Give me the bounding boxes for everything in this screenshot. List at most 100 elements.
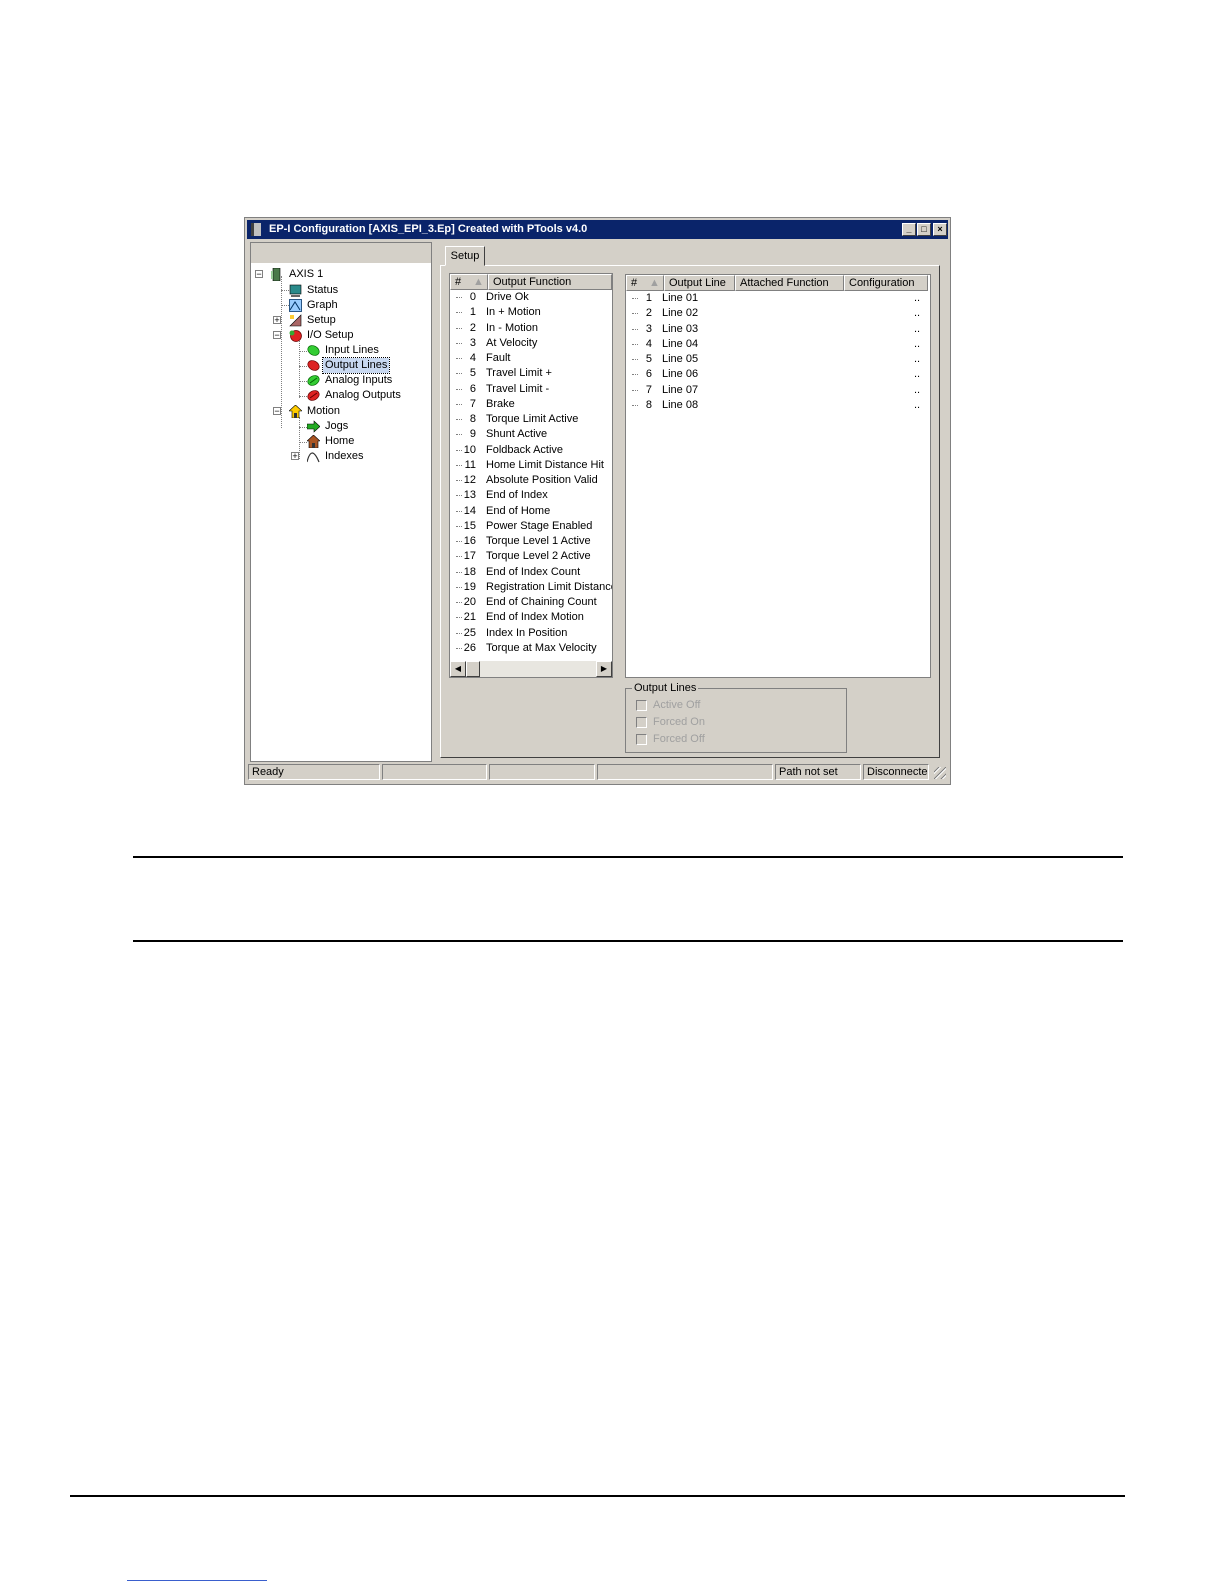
output-function-list[interactable]: # ▲ Output Function 0 Drive Ok 1 In + Motio… bbox=[449, 273, 613, 678]
column-header-attached-function[interactable]: Attached Function bbox=[735, 275, 844, 291]
function-number: 1 bbox=[469, 306, 476, 319]
column-header-output-line[interactable]: Output Line bbox=[664, 275, 735, 291]
list-item[interactable]: 11 Home Limit Distance Hit bbox=[450, 458, 612, 473]
function-number: 3 bbox=[469, 336, 476, 349]
function-number: 18 bbox=[463, 565, 476, 578]
function-name: In - Motion bbox=[486, 321, 538, 334]
line-number: 6 bbox=[645, 368, 652, 381]
graph-icon bbox=[289, 299, 302, 312]
collapse-icon[interactable]: − bbox=[255, 270, 263, 279]
collapse-icon[interactable]: − bbox=[273, 407, 281, 416]
function-name: At Velocity bbox=[486, 336, 538, 349]
table-row[interactable]: 3 Line 03.. bbox=[626, 322, 930, 337]
status-path: Path not set bbox=[775, 764, 861, 780]
function-number: 26 bbox=[463, 641, 476, 654]
list-item[interactable]: 2 In - Motion bbox=[450, 321, 612, 336]
function-number: 4 bbox=[469, 352, 476, 364]
expand-icon[interactable]: + bbox=[273, 316, 281, 325]
close-button[interactable]: × bbox=[933, 223, 947, 236]
horizontal-scrollbar[interactable]: ◀ ▶ bbox=[450, 661, 612, 677]
configure-button[interactable]: .. bbox=[914, 291, 920, 306]
function-name: Home Limit Distance Hit bbox=[486, 458, 604, 471]
footer-rule bbox=[70, 1495, 1125, 1497]
title-bar[interactable]: EP-I Configuration [AXIS_EPI_3.Ep] Creat… bbox=[247, 220, 948, 239]
configure-button[interactable]: .. bbox=[914, 398, 920, 413]
maximize-button[interactable]: □ bbox=[917, 223, 931, 236]
pane-splitter[interactable] bbox=[432, 242, 438, 762]
column-header-num[interactable]: # ▲ bbox=[626, 275, 664, 291]
collapse-icon[interactable]: − bbox=[273, 331, 281, 340]
list-item[interactable]: 21 End of Index Motion bbox=[450, 610, 612, 625]
checkbox-box[interactable] bbox=[636, 734, 647, 745]
function-number: 19 bbox=[463, 580, 476, 593]
list-item[interactable]: 8 Torque Limit Active bbox=[450, 412, 612, 427]
scroll-right-icon[interactable]: ▶ bbox=[596, 661, 612, 677]
configure-button[interactable]: .. bbox=[914, 322, 920, 337]
list-item[interactable]: 6 Travel Limit - bbox=[450, 382, 612, 397]
table-row[interactable]: 6 Line 06.. bbox=[626, 367, 930, 382]
list-item[interactable]: 7 Brake bbox=[450, 397, 612, 412]
list-item[interactable]: 4 Fault bbox=[450, 351, 612, 366]
line-number: 3 bbox=[645, 322, 652, 335]
checkbox-box[interactable] bbox=[636, 700, 647, 711]
list-item[interactable]: 15 Power Stage Enabled bbox=[450, 519, 612, 534]
table-row[interactable]: 2 Line 02.. bbox=[626, 306, 930, 321]
list-item[interactable]: 5 Travel Limit + bbox=[450, 366, 612, 381]
column-header-output-function[interactable]: Output Function bbox=[488, 274, 612, 290]
list-item[interactable]: 3 At Velocity bbox=[450, 336, 612, 351]
list-item[interactable]: 0 Drive Ok bbox=[450, 290, 612, 305]
function-name: Torque Level 2 Active bbox=[486, 550, 591, 563]
list-item[interactable]: 13 End of Index bbox=[450, 488, 612, 503]
navigation-tree[interactable]: − AXIS 1 Status Graph + Setup − I/O Setu… bbox=[250, 242, 432, 762]
function-name: End of Index bbox=[486, 489, 548, 502]
footer-link-underline[interactable] bbox=[127, 1580, 267, 1581]
list-item[interactable]: 10 Foldback Active bbox=[450, 443, 612, 458]
list-item[interactable]: 1 In + Motion bbox=[450, 305, 612, 320]
list-item[interactable]: 19 Registration Limit Distance Hit bbox=[450, 580, 612, 595]
scroll-left-icon[interactable]: ◀ bbox=[450, 661, 466, 677]
function-number: 25 bbox=[463, 626, 476, 639]
function-name: End of Index Count bbox=[486, 565, 581, 578]
list-item[interactable]: 9 Shunt Active bbox=[450, 427, 612, 442]
configure-button[interactable]: .. bbox=[914, 383, 920, 398]
function-number: 6 bbox=[469, 382, 476, 395]
table-row[interactable]: 7 Line 07.. bbox=[626, 383, 930, 398]
configure-button[interactable]: .. bbox=[914, 337, 920, 352]
list-item[interactable]: 17 Torque Level 2 Active bbox=[450, 549, 612, 564]
table-row[interactable]: 5 Line 05.. bbox=[626, 352, 930, 367]
configure-button[interactable]: .. bbox=[914, 367, 920, 382]
column-header-num[interactable]: # ▲ bbox=[450, 274, 488, 290]
resize-grip-icon[interactable] bbox=[934, 767, 946, 779]
table-row[interactable]: 1 Line 01.. bbox=[626, 291, 930, 306]
list-item[interactable]: 14 End of Home bbox=[450, 504, 612, 519]
table-row[interactable]: 8 Line 08.. bbox=[626, 398, 930, 413]
status-panel-empty-3 bbox=[597, 764, 773, 780]
analog-inputs-icon bbox=[307, 375, 320, 386]
configure-button[interactable]: .. bbox=[914, 306, 920, 321]
list-item[interactable]: 16 Torque Level 1 Active bbox=[450, 534, 612, 549]
minimize-button[interactable]: _ bbox=[902, 223, 916, 236]
input-lines-icon bbox=[307, 345, 320, 356]
expand-icon[interactable]: + bbox=[291, 452, 299, 461]
table-row[interactable]: 4 Line 04.. bbox=[626, 337, 930, 352]
function-number: 21 bbox=[463, 611, 476, 624]
tab-setup[interactable]: Setup bbox=[445, 246, 485, 266]
list-item[interactable]: 25 Index In Position bbox=[450, 626, 612, 641]
line-number: 1 bbox=[645, 292, 652, 304]
function-name: Registration Limit Distance Hit bbox=[486, 580, 613, 593]
line-name: Line 01 bbox=[662, 292, 699, 304]
scroll-thumb[interactable] bbox=[466, 661, 480, 677]
list-item[interactable]: 20 End of Chaining Count bbox=[450, 595, 612, 610]
output-line-list[interactable]: # ▲ Output Line Attached Function Config… bbox=[625, 274, 931, 678]
configure-button[interactable]: .. bbox=[914, 352, 920, 367]
sort-up-icon: ▲ bbox=[649, 277, 660, 289]
list-item[interactable]: 12 Absolute Position Valid bbox=[450, 473, 612, 488]
column-header-configuration[interactable]: Configuration bbox=[844, 275, 928, 291]
function-name: End of Home bbox=[486, 504, 551, 517]
monitor-icon bbox=[289, 284, 302, 297]
list-item[interactable]: 18 End of Index Count bbox=[450, 565, 612, 580]
line-name: Line 04 bbox=[662, 337, 699, 350]
line-number: 5 bbox=[645, 353, 652, 365]
checkbox-box[interactable] bbox=[636, 717, 647, 728]
list-item[interactable]: 26 Torque at Max Velocity bbox=[450, 641, 612, 656]
